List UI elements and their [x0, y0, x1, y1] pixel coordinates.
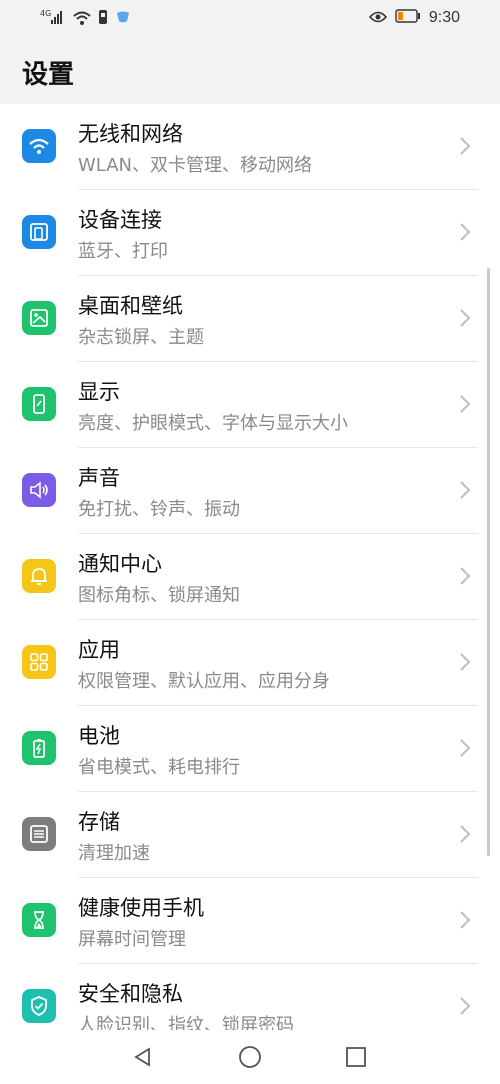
apps-icon: [22, 645, 56, 679]
settings-item-subtitle: 免打扰、铃声、振动: [78, 499, 240, 520]
settings-item-subtitle: WLAN、双卡管理、移动网络: [78, 155, 313, 176]
settings-item-title: 应用: [78, 638, 120, 662]
status-bar: 4G 9:30: [0, 0, 500, 38]
chevron-right-icon: [460, 395, 471, 413]
settings-item-title: 安全和隐私: [78, 982, 183, 1006]
device-connection-icon: [22, 215, 56, 249]
settings-item-wireless-network[interactable]: 无线和网络 WLAN、双卡管理、移动网络: [0, 104, 500, 190]
storage-icon: [22, 817, 56, 851]
display-icon: [22, 387, 56, 421]
status-time: 9:30: [428, 9, 460, 26]
settings-item-title: 声音: [78, 466, 120, 490]
scrollbar[interactable]: [487, 268, 490, 856]
signal-type-text: 4G: [40, 9, 51, 18]
page-title: 设置: [22, 60, 75, 90]
settings-item-digital-balance[interactable]: 健康使用手机 屏幕时间管理: [0, 878, 500, 964]
wifi-icon: [73, 10, 91, 29]
eye-comfort-icon: [368, 9, 387, 27]
settings-item-subtitle: 蓝牙、打印: [78, 241, 168, 262]
chevron-right-icon: [460, 911, 471, 929]
settings-item-title: 通知中心: [78, 552, 162, 576]
chevron-right-icon: [460, 997, 471, 1015]
settings-item-subtitle: 屏幕时间管理: [78, 929, 186, 950]
sim-icon: [98, 9, 108, 29]
wallpaper-icon: [22, 301, 56, 335]
settings-item-sound[interactable]: 声音 免打扰、铃声、振动: [0, 448, 500, 534]
settings-item-title: 电池: [78, 724, 120, 748]
chevron-right-icon: [460, 481, 471, 499]
recents-icon[interactable]: [341, 1042, 371, 1072]
back-icon[interactable]: [128, 1042, 158, 1072]
settings-item-apps[interactable]: 应用 权限管理、默认应用、应用分身: [0, 620, 500, 706]
chevron-right-icon: [460, 739, 471, 757]
battery-icon: [395, 9, 421, 27]
home-icon[interactable]: [235, 1042, 265, 1072]
settings-item-subtitle: 省电模式、耗电排行: [78, 757, 240, 778]
settings-item-title: 显示: [78, 380, 120, 404]
settings-item-title: 健康使用手机: [78, 896, 204, 920]
header: 设置: [0, 38, 500, 104]
settings-item-storage[interactable]: 存储 清理加速: [0, 792, 500, 878]
settings-item-subtitle: 图标角标、锁屏通知: [78, 585, 240, 606]
chevron-right-icon: [460, 309, 471, 327]
chevron-right-icon: [460, 567, 471, 585]
settings-item-subtitle: 杂志锁屏、主题: [78, 327, 204, 348]
chevron-right-icon: [460, 223, 471, 241]
battery-icon: [22, 731, 56, 765]
shield-icon: [22, 989, 56, 1023]
settings-item-subtitle: 清理加速: [78, 843, 150, 864]
settings-list: 无线和网络 WLAN、双卡管理、移动网络 设备连接 蓝牙、打印 桌面和壁纸 杂志…: [0, 104, 500, 1050]
chevron-right-icon: [460, 825, 471, 843]
settings-item-device-connection[interactable]: 设备连接 蓝牙、打印: [0, 190, 500, 276]
settings-item-battery[interactable]: 电池 省电模式、耗电排行: [0, 706, 500, 792]
notification-icon: [115, 10, 131, 29]
settings-item-title: 存储: [78, 810, 120, 834]
wifi-icon: [22, 129, 56, 163]
settings-item-title: 设备连接: [78, 208, 162, 232]
settings-item-home-wallpaper[interactable]: 桌面和壁纸 杂志锁屏、主题: [0, 276, 500, 362]
navigation-bar: [0, 1030, 500, 1084]
settings-item-display[interactable]: 显示 亮度、护眼模式、字体与显示大小: [0, 362, 500, 448]
chevron-right-icon: [460, 653, 471, 671]
settings-item-subtitle: 亮度、护眼模式、字体与显示大小: [78, 413, 348, 434]
chevron-right-icon: [460, 137, 471, 155]
bell-icon: [22, 559, 56, 593]
settings-item-title: 桌面和壁纸: [78, 294, 183, 318]
sound-icon: [22, 473, 56, 507]
hourglass-icon: [22, 903, 56, 937]
signal-icon: 4G: [40, 9, 66, 29]
settings-item-subtitle: 权限管理、默认应用、应用分身: [78, 671, 330, 692]
settings-item-title: 无线和网络: [78, 122, 183, 146]
settings-item-notifications[interactable]: 通知中心 图标角标、锁屏通知: [0, 534, 500, 620]
